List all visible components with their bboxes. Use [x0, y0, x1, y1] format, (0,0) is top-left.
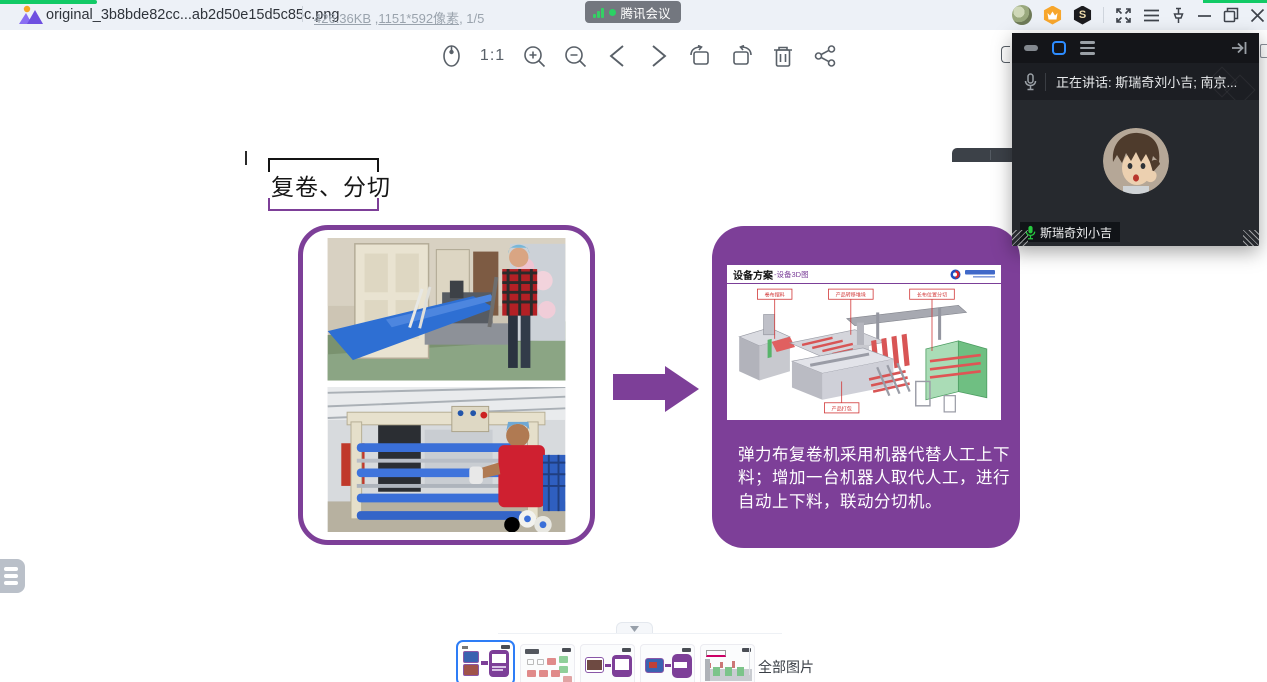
- menu-icon[interactable]: [1143, 9, 1160, 22]
- company-logo-icon: [950, 269, 995, 280]
- share-icon[interactable]: [812, 43, 838, 69]
- divider: [302, 6, 303, 22]
- svg-text:卷布摆料: 卷布摆料: [765, 292, 785, 299]
- meeting-pill-label: 腾讯会议: [621, 3, 671, 22]
- diagram-header: 设备方案 -设备3D图: [727, 265, 1001, 284]
- diagram-header-sub: -设备3D图: [774, 269, 809, 280]
- arrow-icon: [613, 374, 667, 400]
- delete-icon[interactable]: [770, 43, 796, 69]
- svg-text:长布位置分切: 长布位置分切: [917, 292, 947, 299]
- photo-panel: [298, 225, 595, 545]
- app-logo-icon: [18, 5, 44, 25]
- equipment-3d-diagram: 卷布摆料 产品转移堆垛 长布位置分切 产品打包: [727, 284, 1001, 416]
- rotate-right-icon[interactable]: [729, 43, 755, 69]
- participant-name-chip: 斯瑞奇刘小吉: [1020, 222, 1120, 242]
- slide-title: 复卷、分切: [271, 168, 391, 202]
- participant-name: 斯瑞奇刘小吉: [1040, 224, 1112, 241]
- image-dimensions[interactable]: 1151*592像素: [378, 11, 459, 26]
- meeting-status-pill[interactable]: 腾讯会议: [585, 1, 681, 23]
- divider: [1045, 73, 1046, 91]
- meeting-window[interactable]: 正在讲话: 斯瑞奇刘小吉; 南京...: [1012, 33, 1259, 246]
- previous-image-icon[interactable]: [604, 43, 630, 69]
- close-icon[interactable]: [1250, 8, 1265, 23]
- meeting-titlebar: [1012, 33, 1259, 63]
- file-size[interactable]: 426.36KB: [314, 11, 371, 26]
- window-controls: S: [1012, 4, 1265, 26]
- filmstrip-border: [498, 633, 782, 634]
- thumbnail-3[interactable]: [580, 644, 635, 682]
- partial-icon-fragment: [1260, 44, 1267, 58]
- mic-icon[interactable]: [1024, 73, 1037, 91]
- divider: [1103, 7, 1104, 23]
- file-info[interactable]: 426.36KB ,1151*592像素, 1/5: [314, 8, 484, 27]
- image-filename: original_3b8bde82cc...ab2d50e15d5c85c.pn…: [46, 7, 339, 23]
- divider: [749, 648, 750, 675]
- resize-grip[interactable]: [1012, 230, 1028, 246]
- floating-overlay-toolbar[interactable]: [952, 148, 1012, 162]
- restore-icon[interactable]: [1223, 7, 1239, 23]
- drag-tool-icon[interactable]: [438, 43, 464, 69]
- live-dot-icon: [609, 9, 616, 16]
- zoom-in-icon[interactable]: [521, 43, 547, 69]
- svg-text:产品打包: 产品打包: [832, 405, 852, 412]
- fullscreen-icon[interactable]: [1115, 7, 1132, 24]
- screen-share-border-left: [0, 0, 97, 4]
- meeting-minimize-icon[interactable]: [1024, 45, 1038, 51]
- user-avatar[interactable]: [1012, 5, 1032, 25]
- meeting-collapse-icon[interactable]: [1231, 41, 1247, 55]
- page-indicator: , 1/5: [459, 11, 484, 26]
- page-chip: [562, 648, 571, 652]
- next-image-icon[interactable]: [646, 43, 672, 69]
- title-chip: [525, 649, 539, 654]
- thumbnail-4[interactable]: [640, 644, 695, 682]
- viewer-toolbar: 1:1: [438, 41, 838, 71]
- thumbnail-1-selected[interactable]: [456, 640, 515, 682]
- factory-photo-1: [324, 238, 569, 381]
- page-chip: [682, 648, 691, 652]
- meeting-speaking-bar: 正在讲话: 斯瑞奇刘小吉; 南京...: [1012, 63, 1259, 100]
- participant-avatar: [1103, 128, 1169, 194]
- thumbnail-5[interactable]: [700, 644, 755, 682]
- meeting-list-icon[interactable]: [1080, 41, 1095, 54]
- signal-bars-icon: [593, 7, 604, 18]
- page-chip: [622, 648, 631, 652]
- sidebar-toggle-tab[interactable]: [0, 559, 25, 593]
- thumbnail-2[interactable]: [520, 644, 575, 682]
- minimize-icon[interactable]: [1197, 8, 1212, 23]
- pin-icon[interactable]: [1171, 7, 1186, 24]
- equipment-diagram-card: 设备方案 -设备3D图: [727, 262, 1001, 420]
- zoom-out-icon[interactable]: [563, 43, 589, 69]
- svg-text:产品转移堆垛: 产品转移堆垛: [836, 292, 866, 299]
- filmstrip: [456, 640, 755, 682]
- solution-description: 弹力布复卷机采用机器代替人工上下料；增加一台机器人取代人工，进行自动上下料，联动…: [738, 444, 1010, 514]
- crop-mark: [245, 151, 247, 165]
- screen: original_3b8bde82cc...ab2d50e15d5c85c.pn…: [0, 0, 1267, 682]
- resize-grip[interactable]: [1243, 230, 1259, 246]
- screen-share-border-right: [1203, 0, 1267, 3]
- displayed-image: 复卷、分切: [245, 150, 1027, 556]
- svip-badge[interactable]: S: [1073, 6, 1092, 25]
- page-chip: [501, 645, 510, 649]
- actual-size-button[interactable]: 1:1: [480, 43, 506, 69]
- rotate-left-icon[interactable]: [687, 43, 713, 69]
- solution-box: 设备方案 -设备3D图: [712, 226, 1020, 548]
- meeting-layout-icon[interactable]: [1052, 41, 1066, 55]
- arrow-head-icon: [665, 366, 699, 412]
- chevron-down-icon: [630, 626, 639, 632]
- factory-photo-2: [324, 387, 569, 532]
- vip-crown-badge[interactable]: [1043, 6, 1062, 25]
- crown-icon: [1047, 11, 1058, 20]
- meeting-video-tile[interactable]: 斯瑞奇刘小吉: [1012, 100, 1259, 246]
- partial-toolbar-icon[interactable]: [1001, 46, 1010, 63]
- all-images-button[interactable]: 全部图片: [758, 657, 814, 677]
- diagram-header-bold: 设备方案: [733, 267, 773, 282]
